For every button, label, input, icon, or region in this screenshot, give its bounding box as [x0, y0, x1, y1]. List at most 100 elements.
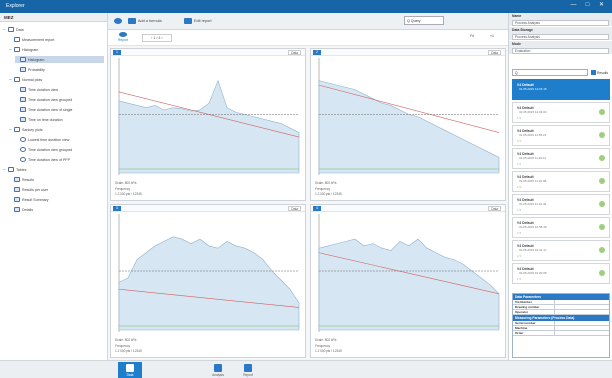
add-formula-button[interactable]: Add a formula: [128, 17, 162, 25]
tree-item-label: Lowest time duration view: [28, 137, 70, 142]
tree-item[interactable]: − Tables: [3, 166, 104, 173]
tree-item-label: Time duration view: [28, 87, 59, 92]
table-cell-key: Order: [515, 331, 555, 335]
tool-icon: [14, 177, 20, 182]
property-group: Mode Evaluation: [509, 41, 612, 54]
tree-item[interactable]: Details: [9, 206, 104, 213]
snapshot-meta: 1.5: [517, 231, 522, 235]
chart-panel-3[interactable]: 3 Data Scale: 800 kPa Frequency 1.2 000 pts …: [110, 204, 306, 358]
tree-item[interactable]: − Data: [3, 26, 104, 33]
page-navigator[interactable]: ‹ 1 / 4 ›: [142, 34, 172, 42]
tree-item[interactable]: Lowest time duration view: [15, 136, 104, 143]
tree-item-label: Time duration view of single: [28, 107, 73, 112]
histogram-chart[interactable]: [311, 56, 505, 179]
tree-item[interactable]: Time on time duration: [15, 116, 104, 123]
panel-header: 1 Data: [111, 49, 305, 56]
report-tab[interactable]: Report: [116, 32, 130, 44]
property-key: Mode: [512, 42, 521, 46]
status-ok-icon: [599, 247, 605, 253]
property-value-field[interactable]: Process Analysis: [512, 20, 609, 26]
histogram-chart[interactable]: [111, 56, 305, 179]
tree-item[interactable]: Results per user: [9, 186, 104, 193]
folder-icon: [14, 77, 20, 82]
tree-item[interactable]: Time duration view grouped: [15, 146, 104, 153]
tree-item[interactable]: Histogram: [15, 56, 104, 63]
chart-panel-4[interactable]: 4 Data Scale: 800 kPa Frequency 1.2 000 pts …: [310, 204, 506, 358]
panel-data-button[interactable]: Data: [288, 50, 301, 55]
doc-icon: [8, 167, 14, 172]
panel-number-badge: 2: [313, 50, 321, 55]
tab-icon: [126, 364, 134, 372]
circ-icon: [20, 147, 26, 152]
snapshot-item[interactable]: V4 Default 31.05.2015 10:41:17 1.5: [512, 240, 610, 261]
panel-data-button[interactable]: Data: [488, 206, 501, 211]
tool-icon: [14, 187, 20, 192]
snapshot-meta: 1.5: [517, 277, 522, 281]
snapshot-list: V4 Default 31.05.2015 12:15:15 V4 Default 3…: [512, 79, 610, 287]
tree-item-label: Data: [16, 27, 24, 32]
tree-item[interactable]: − Normal plots: [9, 76, 104, 83]
chart-panel-1[interactable]: 1 Data Scale: 800 kPa Frequency 1.2 000 pts …: [110, 48, 306, 201]
snapshot-meta: 1.5: [517, 208, 522, 212]
snapshot-date: 31.05.2015 11:55:21: [519, 133, 547, 137]
close-button[interactable]: ✕: [598, 2, 605, 9]
tree-item[interactable]: Probability: [15, 66, 104, 73]
tree-item[interactable]: Measurement report: [9, 36, 104, 43]
bottom-tab-analysis[interactable]: Analysis: [206, 362, 230, 378]
histogram-chart[interactable]: [311, 212, 505, 336]
panel-data-button[interactable]: Data: [488, 50, 501, 55]
snapshot-item[interactable]: V4 Default 31.05.2015 12:04:04 1.5: [512, 102, 610, 123]
snapshot-item[interactable]: V4 Default 31.05.2015 10:20:05 1.5: [512, 263, 610, 284]
tree-item[interactable]: Result Summary: [9, 196, 104, 203]
circ-icon: [20, 157, 26, 162]
snapshot-search-input[interactable]: Q: [512, 69, 588, 76]
panel-caption: Frequency: [315, 344, 331, 348]
results-button[interactable]: Results: [591, 69, 610, 76]
tree-item-label: Time duration view grouped: [28, 147, 73, 152]
results-label: Results: [597, 70, 608, 75]
panel-number-badge: 4: [313, 206, 321, 211]
maximize-button[interactable]: □: [584, 2, 591, 9]
snapshot-item[interactable]: V4 Default 31.05.2015 10:58:30 1.5: [512, 217, 610, 238]
panel-data-button[interactable]: Data: [288, 206, 301, 211]
table-cell-key: Drawing number: [515, 305, 555, 309]
report-tab-label: Report: [118, 38, 128, 42]
tree-item[interactable]: Time duration view grouped: [15, 96, 104, 103]
fit-button[interactable]: Fit: [470, 34, 474, 38]
zoom-button[interactable]: «1: [490, 34, 494, 38]
query-search-input[interactable]: Q Query: [404, 16, 444, 25]
tree-item-label: Time duration view grouped: [28, 97, 73, 102]
snapshot-date: 31.05.2015 10:20:05: [519, 271, 547, 275]
tree-item-label: Histogram: [28, 57, 45, 62]
heart-button[interactable]: [114, 17, 124, 25]
snapshot-item[interactable]: V4 Default 31.05.2015 11:22:08 1.5: [512, 171, 610, 192]
tool-icon: [20, 57, 26, 62]
tree-item[interactable]: Results: [9, 176, 104, 183]
main-toolbar: Add a formula Edit report Q Query: [108, 13, 508, 30]
property-value-field[interactable]: Evaluation: [512, 48, 609, 54]
bottom-tab-report[interactable]: Report: [236, 362, 260, 378]
edit-report-button[interactable]: Edit report: [184, 17, 212, 25]
property-value-field[interactable]: Process Analysis: [512, 34, 609, 40]
tree-item[interactable]: − Histogram: [9, 46, 104, 53]
snapshot-item[interactable]: V4 Default 31.05.2015 11:10:42 1.5: [512, 194, 610, 215]
tree-item[interactable]: Time duration view: [15, 86, 104, 93]
snapshot-item[interactable]: V4 Default 31.05.2015 12:15:15: [512, 79, 610, 100]
tree-item[interactable]: Time duration view of single: [15, 106, 104, 113]
tree-item[interactable]: − Sankey plots: [9, 126, 104, 133]
snapshot-item[interactable]: V4 Default 31.05.2015 11:55:21 1.5: [512, 125, 610, 146]
doc-icon: [14, 37, 20, 42]
property-group: Name Process Analysis: [509, 13, 612, 26]
heart-icon: [114, 18, 122, 24]
property-key: Name: [512, 14, 522, 18]
tree-item[interactable]: Time duration view of PFP: [15, 156, 104, 163]
tool-icon: [20, 117, 26, 122]
histogram-chart[interactable]: [111, 212, 305, 336]
panel-caption: 1.2 000 pts / 12345: [115, 349, 142, 353]
minimize-button[interactable]: —: [570, 2, 577, 9]
tool-icon: [20, 97, 26, 102]
bottom-tab-data[interactable]: Data: [118, 362, 142, 378]
chart-panel-2[interactable]: 2 Data Scale: 800 kPa Frequency 1.2 000 pts …: [310, 48, 506, 201]
tree-item-label: Results: [22, 177, 34, 182]
snapshot-item[interactable]: V4 Default 31.05.2015 11:40:11 1.5: [512, 148, 610, 169]
